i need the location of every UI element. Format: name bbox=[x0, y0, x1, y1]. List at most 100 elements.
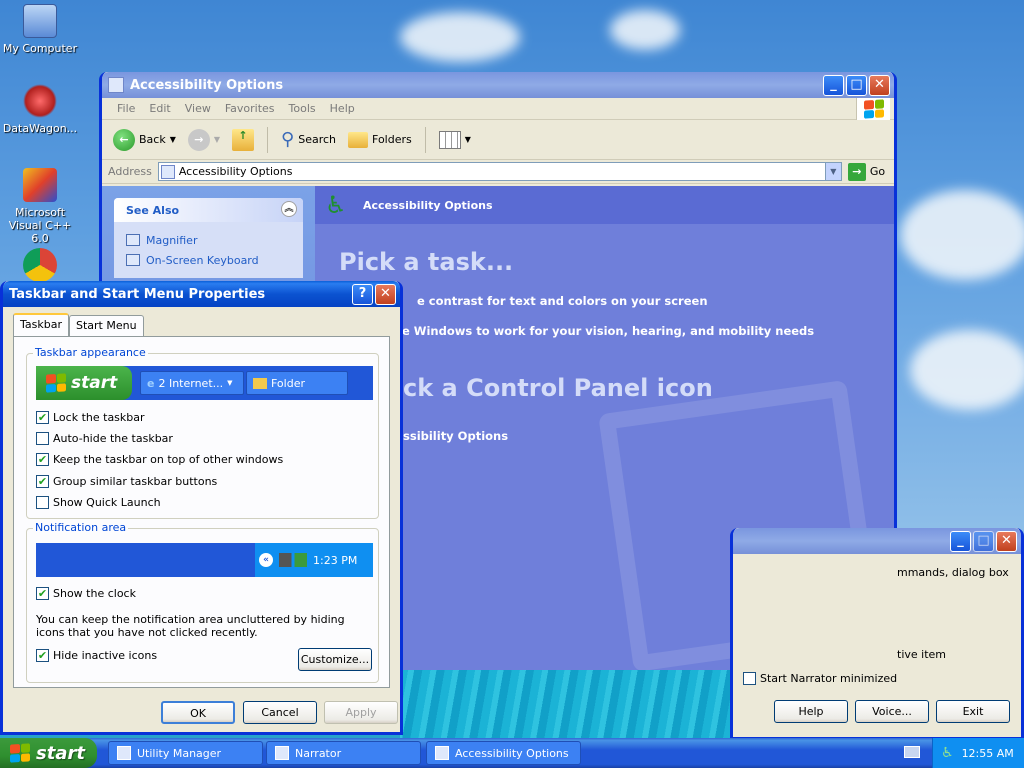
tab-start-menu[interactable]: Start Menu bbox=[69, 315, 144, 338]
taskbar-item-accessibility-options[interactable]: Accessibility Options bbox=[426, 741, 581, 765]
ok-button[interactable]: OK bbox=[161, 701, 235, 724]
minimize-button[interactable]: _ bbox=[823, 75, 844, 96]
window-titlebar[interactable]: _ □ ✕ bbox=[733, 528, 1021, 554]
checkbox[interactable] bbox=[36, 432, 49, 445]
help-button[interactable]: Help bbox=[774, 700, 848, 723]
notification-description: You can keep the notification area unclu… bbox=[36, 613, 345, 639]
option-label: Auto-hide the taskbar bbox=[53, 432, 173, 445]
tray-icons bbox=[279, 553, 307, 567]
chrome-icon bbox=[23, 248, 57, 282]
see-also-header[interactable]: See Also ︽ bbox=[114, 198, 303, 222]
go-arrow-icon: → bbox=[847, 162, 866, 181]
taskbar-preview: start e 2 Internet... ▼ Folder bbox=[36, 366, 373, 400]
collapse-chevron-icon[interactable]: ︽ bbox=[281, 201, 297, 217]
voice-button[interactable]: Voice... bbox=[855, 700, 929, 723]
cancel-button[interactable]: Cancel bbox=[243, 701, 317, 724]
close-button[interactable]: ✕ bbox=[375, 284, 396, 305]
checkbox-label: Start Narrator minimized bbox=[760, 672, 898, 685]
dialog-titlebar[interactable]: Taskbar and Start Menu Properties ? ✕ bbox=[3, 281, 400, 307]
cloud bbox=[910, 330, 1024, 410]
minimize-button[interactable]: _ bbox=[950, 531, 971, 552]
checkbox[interactable]: ✔ bbox=[36, 649, 49, 662]
address-input[interactable]: Accessibility Options ▼ bbox=[157, 162, 842, 181]
taskbar-item-label: Utility Manager bbox=[137, 746, 222, 760]
apply-button[interactable]: Apply bbox=[324, 701, 398, 724]
option-hide-inactive[interactable]: ✔ Hide inactive icons bbox=[36, 649, 157, 662]
option-quick-launch[interactable]: Show Quick Launch bbox=[36, 496, 161, 509]
menu-view[interactable]: View bbox=[178, 102, 218, 115]
wheelchair-icon: ♿ bbox=[325, 191, 347, 219]
taskbar-item-utility-manager[interactable]: Utility Manager bbox=[108, 741, 263, 765]
tab-taskbar[interactable]: Taskbar bbox=[13, 313, 69, 336]
start-minimized-option[interactable]: Start Narrator minimized bbox=[743, 672, 897, 685]
menu-edit[interactable]: Edit bbox=[142, 102, 177, 115]
cloud bbox=[610, 10, 680, 50]
task-link-windows-settings[interactable]: e Windows to work for your vision, heari… bbox=[402, 324, 814, 338]
back-label: Back bbox=[139, 133, 166, 146]
help-icon[interactable]: ? bbox=[352, 284, 373, 305]
visual-cpp-icon bbox=[23, 168, 57, 202]
option-lock-taskbar[interactable]: ✔ Lock the taskbar bbox=[36, 411, 145, 424]
expand-chevron-icon: « bbox=[259, 553, 273, 567]
folders-button[interactable]: Folders bbox=[345, 130, 415, 150]
menu-help[interactable]: Help bbox=[323, 102, 362, 115]
keyboard-icon[interactable] bbox=[904, 746, 920, 758]
maximize-button[interactable]: □ bbox=[973, 531, 994, 552]
menu-tools[interactable]: Tools bbox=[282, 102, 323, 115]
forward-button[interactable]: → ▼ bbox=[185, 127, 223, 153]
pane-header-title: Accessibility Options bbox=[363, 198, 493, 212]
option-auto-hide[interactable]: Auto-hide the taskbar bbox=[36, 432, 173, 445]
preview-folder-button: Folder bbox=[246, 371, 348, 395]
task-link-contrast[interactable]: e contrast for text and colors on your s… bbox=[417, 294, 708, 308]
menu-file[interactable]: File bbox=[110, 102, 142, 115]
search-button[interactable]: ⚲ Search bbox=[278, 127, 339, 152]
checkbox[interactable]: ✔ bbox=[36, 453, 49, 466]
maximize-button[interactable]: □ bbox=[846, 75, 867, 96]
checkbox[interactable] bbox=[36, 496, 49, 509]
windows-logo-icon bbox=[46, 373, 66, 393]
views-button[interactable]: ▼ bbox=[436, 129, 474, 151]
start-minimized-checkbox[interactable] bbox=[743, 672, 756, 685]
taskbar-item-narrator[interactable]: Narrator bbox=[266, 741, 421, 765]
cloud bbox=[400, 12, 520, 62]
checkbox[interactable]: ✔ bbox=[36, 475, 49, 488]
checkbox[interactable]: ✔ bbox=[36, 587, 49, 600]
see-also-magnifier-link[interactable]: Magnifier bbox=[126, 230, 291, 250]
computer-icon bbox=[23, 4, 57, 38]
desktop-icon-label: Microsoft Visual C++ 6.0 bbox=[8, 206, 72, 245]
toolbar-separator bbox=[424, 126, 426, 153]
go-button[interactable]: → Go bbox=[847, 162, 885, 181]
checkbox[interactable]: ✔ bbox=[36, 411, 49, 424]
tray-clock[interactable]: 12:55 AM bbox=[962, 747, 1014, 760]
taskbar-item-label: Accessibility Options bbox=[455, 746, 569, 760]
chevron-down-icon[interactable]: ▼ bbox=[214, 135, 220, 144]
start-button[interactable]: start bbox=[0, 738, 97, 768]
narrator-icon bbox=[275, 746, 289, 760]
desktop-icon-datawagon[interactable]: DataWagon... bbox=[0, 84, 80, 135]
close-button[interactable]: ✕ bbox=[996, 531, 1017, 552]
option-keep-on-top[interactable]: ✔ Keep the taskbar on top of other windo… bbox=[36, 453, 283, 466]
views-icon bbox=[438, 130, 461, 149]
menu-favorites[interactable]: Favorites bbox=[218, 102, 282, 115]
back-button[interactable]: ← Back ▼ bbox=[110, 127, 179, 153]
option-group-buttons[interactable]: ✔ Group similar taskbar buttons bbox=[36, 475, 217, 488]
see-also-onscreen-keyboard-link[interactable]: On-Screen Keyboard bbox=[126, 250, 291, 270]
datawagon-icon bbox=[23, 84, 57, 118]
customize-button[interactable]: Customize... bbox=[298, 648, 372, 671]
desktop-icon-visual-cpp[interactable]: Microsoft Visual C++ 6.0 bbox=[0, 168, 80, 245]
up-button[interactable]: ↑ bbox=[229, 127, 257, 153]
close-button[interactable]: ✕ bbox=[869, 75, 890, 96]
tab-strip: Taskbar Start Menu bbox=[13, 313, 144, 338]
option-show-clock[interactable]: ✔ Show the clock bbox=[36, 587, 136, 600]
dialog-title: Taskbar and Start Menu Properties bbox=[9, 286, 266, 302]
accessibility-tray-icon[interactable]: ♿ bbox=[941, 745, 954, 761]
start-label: start bbox=[36, 742, 85, 764]
chevron-down-icon[interactable]: ▼ bbox=[170, 135, 176, 144]
icon-link-accessibility-options[interactable]: ssibility Options bbox=[403, 429, 508, 443]
exit-button[interactable]: Exit bbox=[936, 700, 1010, 723]
notification-area-group: Notification area « 1:23 PM ✔ Show the c… bbox=[26, 521, 379, 683]
window-titlebar[interactable]: Accessibility Options _ □ ✕ bbox=[102, 72, 894, 98]
desktop-icon-my-computer[interactable]: My Computer bbox=[0, 4, 80, 55]
chevron-down-icon[interactable]: ▼ bbox=[824, 163, 841, 180]
control-panel-icon bbox=[435, 746, 449, 760]
